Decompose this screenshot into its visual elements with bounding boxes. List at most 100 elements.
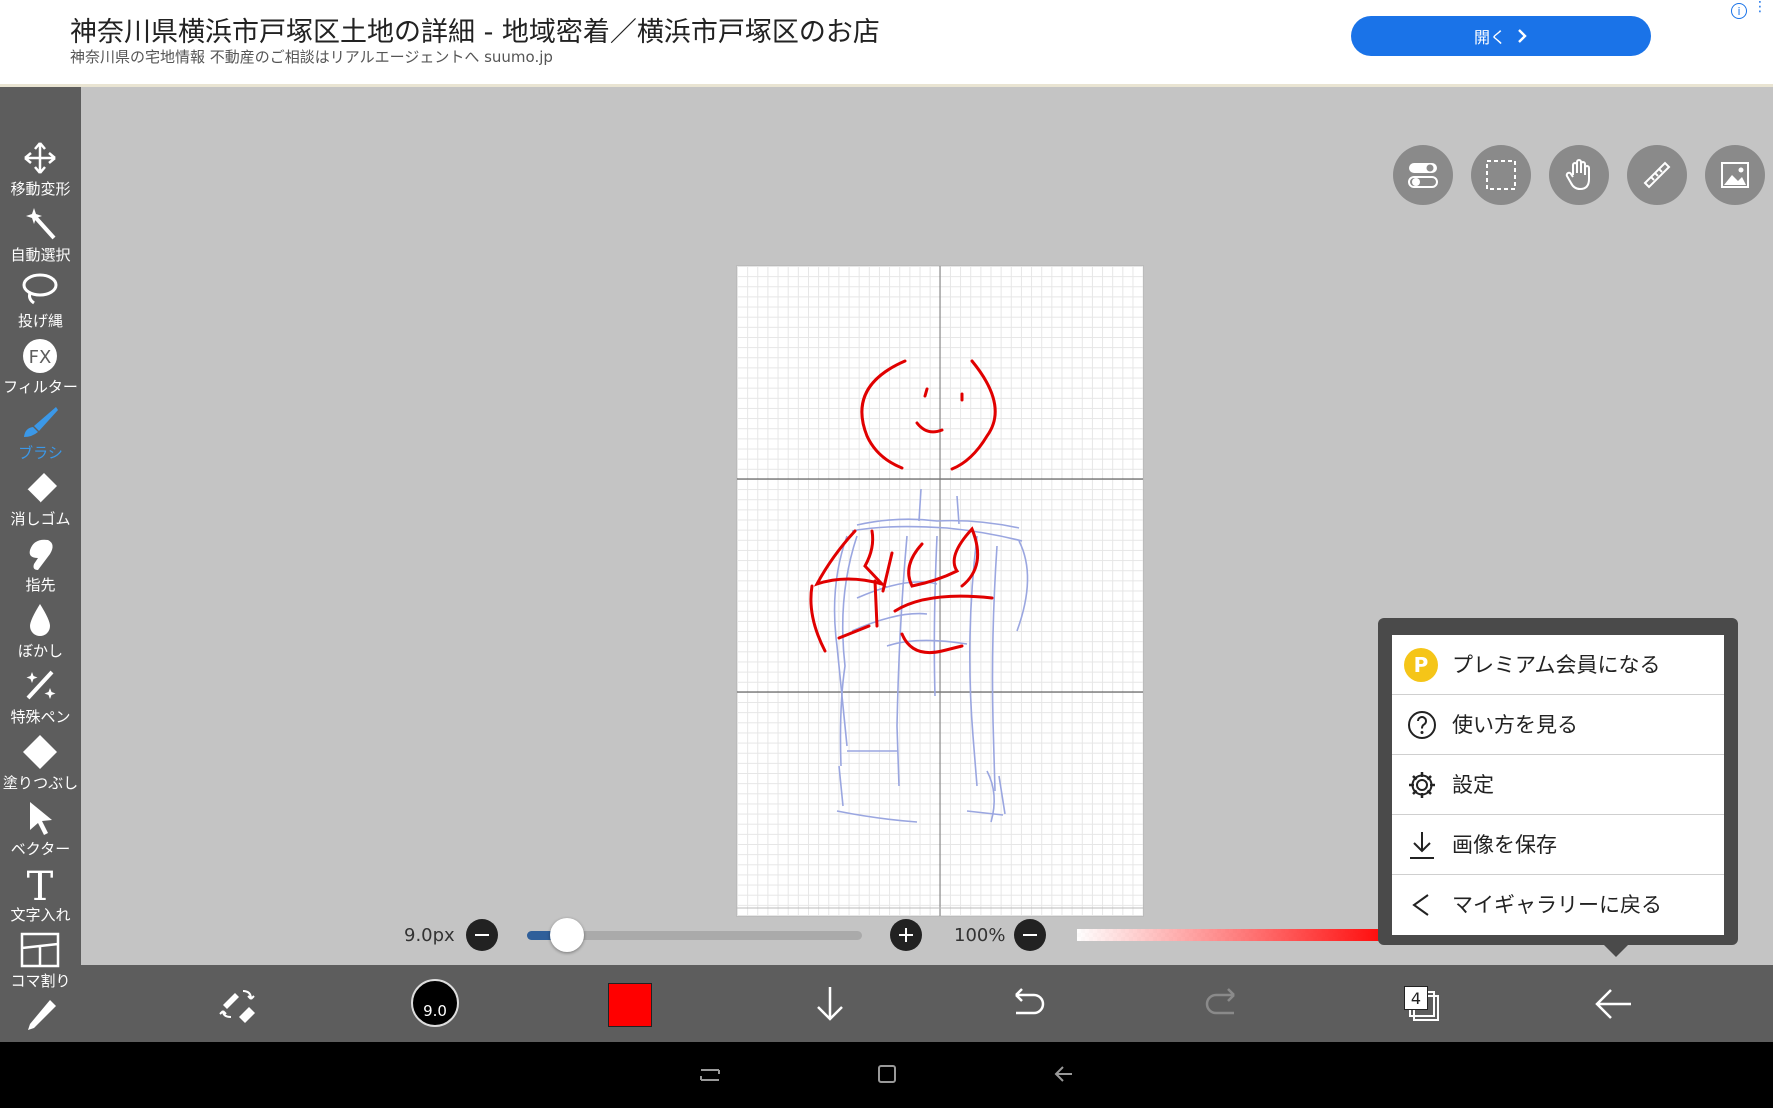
magic-wand-icon	[26, 208, 56, 240]
recent-apps-icon[interactable]	[698, 1062, 722, 1086]
save-down-button[interactable]	[809, 983, 851, 1025]
fx-icon: FX	[23, 339, 57, 373]
tool-filter[interactable]: FX フィルター	[0, 338, 81, 404]
menu-item-label: 使い方を見る	[1452, 713, 1578, 737]
pen-eraser-swap-button[interactable]	[217, 983, 259, 1025]
tool-label: ベクター	[10, 840, 71, 858]
tool-move-transform[interactable]: 移動変形	[0, 140, 81, 206]
layer-count: 4	[1404, 986, 1428, 1010]
tool-finger[interactable]: 指先	[0, 536, 81, 602]
toggle-settings-button[interactable]	[1393, 145, 1453, 205]
opacity-decrease-button[interactable]	[1014, 919, 1046, 951]
tool-label: 投げ縄	[17, 312, 63, 330]
menu-item-help[interactable]: 使い方を見る	[1392, 695, 1724, 755]
text-glyph: T	[27, 866, 54, 902]
tool-text[interactable]: T 文字入れ	[0, 866, 81, 932]
tool-label: ぼかし	[17, 642, 63, 660]
size-decrease-button[interactable]	[466, 919, 498, 951]
tool-label: 文字入れ	[10, 906, 71, 924]
ad-info-icon[interactable]: i	[1731, 3, 1747, 19]
ruler-button[interactable]	[1627, 145, 1687, 205]
redo-button[interactable]	[1202, 983, 1244, 1025]
bottom-toolbar: 9.0 4	[81, 965, 1773, 1042]
menu-item-back-to-gallery[interactable]: マイギャラリーに戻る	[1392, 875, 1724, 935]
ad-open-button[interactable]: 開く	[1351, 16, 1651, 56]
brush-size-value: 9.0	[423, 1002, 447, 1020]
canvas-artwork	[737, 266, 1143, 916]
arrow-down-icon	[817, 987, 843, 1021]
system-navigation-bar	[0, 1042, 1773, 1108]
chevron-right-icon	[1518, 29, 1527, 43]
menu-item-label: 画像を保存	[1452, 833, 1557, 857]
menu-item-label: 設定	[1452, 773, 1494, 797]
lasso-icon	[22, 273, 58, 305]
ruler-icon	[1643, 161, 1671, 189]
tool-label: 塗りつぶし	[2, 774, 79, 792]
tool-blur[interactable]: ぼかし	[0, 602, 81, 668]
menu-item-settings[interactable]: 設定	[1392, 755, 1724, 815]
tool-label: 指先	[25, 576, 56, 594]
left-toolbar: 移動変形 自動選択 投げ縄 FX フィルター ブラシ 消しゴム 指先 ぼかし 特…	[0, 87, 81, 1042]
ad-more-icon[interactable]: ⋮	[1753, 0, 1767, 14]
tool-auto-select[interactable]: 自動選択	[0, 206, 81, 272]
tool-fill[interactable]: 塗りつぶし	[0, 734, 81, 800]
image-icon	[1721, 162, 1749, 188]
brush-icon	[24, 407, 58, 437]
panel-icon	[20, 932, 60, 968]
tool-special-pen[interactable]: 特殊ペン	[0, 668, 81, 734]
image-button[interactable]	[1705, 145, 1765, 205]
hand-icon	[1565, 159, 1590, 191]
size-increase-button[interactable]	[890, 919, 922, 951]
brush-size-slider-knob[interactable]	[550, 918, 585, 952]
toggle-icon	[1408, 163, 1438, 188]
download-icon	[1410, 832, 1434, 859]
tool-panel[interactable]: コマ割り	[0, 932, 81, 998]
menu-item-label: プレミアム会員になる	[1452, 653, 1661, 677]
blur-drop-icon	[30, 604, 50, 636]
layers-button[interactable]: 4	[1402, 982, 1442, 1022]
tool-lasso[interactable]: 投げ縄	[0, 272, 81, 338]
tool-vector[interactable]: ベクター	[0, 800, 81, 866]
gear-icon	[1409, 772, 1435, 798]
tool-label: 特殊ペン	[10, 708, 71, 726]
tool-label: ブラシ	[18, 444, 63, 462]
fx-glyph: FX	[29, 347, 52, 368]
text-icon: T	[27, 866, 54, 902]
tool-brush[interactable]: ブラシ	[0, 404, 81, 470]
ad-title[interactable]: 神奈川県横浜市戸塚区土地の詳細 - 地域密着／横浜市戸塚区のお店	[70, 10, 880, 49]
ad-banner[interactable]: 神奈川県横浜市戸塚区土地の詳細 - 地域密着／横浜市戸塚区のお店 神奈川県の宅地…	[0, 0, 1773, 87]
back-icon[interactable]	[1052, 1062, 1076, 1086]
tool-label: 自動選択	[10, 246, 71, 264]
menu-item-premium[interactable]: P プレミアム会員になる	[1392, 635, 1724, 695]
menu-item-label: マイギャラリーに戻る	[1452, 893, 1662, 917]
back-menu-button[interactable]	[1593, 983, 1635, 1025]
tool-eyedropper[interactable]	[0, 998, 81, 1042]
brush-size-label: 9.0px	[404, 925, 455, 946]
red-strokes	[809, 359, 997, 655]
selection-button[interactable]	[1471, 145, 1531, 205]
tool-label: 消しゴム	[10, 510, 71, 528]
eraser-icon	[26, 473, 57, 504]
move-icon	[24, 142, 56, 174]
drawing-canvas[interactable]	[736, 265, 1144, 917]
tool-label: コマ割り	[10, 972, 71, 990]
redo-icon	[1205, 988, 1235, 1015]
tool-label: 移動変形	[10, 180, 71, 198]
chevron-left-icon	[1412, 894, 1429, 916]
arrow-left-icon	[1595, 989, 1631, 1019]
color-picker-button[interactable]	[608, 983, 652, 1027]
hand-tool-button[interactable]	[1549, 145, 1609, 205]
opacity-label: 100%	[954, 925, 1006, 946]
tool-eraser[interactable]: 消しゴム	[0, 470, 81, 536]
ad-open-label: 開く	[1473, 28, 1506, 47]
undo-button[interactable]	[1006, 983, 1048, 1025]
eyedropper-icon	[28, 1000, 56, 1030]
home-icon[interactable]	[875, 1062, 899, 1086]
opacity-slider[interactable]	[1077, 929, 1397, 941]
brush-size-preview-button[interactable]: 9.0	[411, 979, 459, 1027]
premium-icon: P	[1404, 648, 1438, 682]
finger-icon	[29, 539, 53, 570]
menu-item-save-image[interactable]: 画像を保存	[1392, 815, 1724, 875]
special-pen-icon	[26, 670, 56, 700]
overflow-menu: P プレミアム会員になる 使い方を見る 設定 画像を保存 マイギャラリーに戻る	[1378, 618, 1738, 957]
